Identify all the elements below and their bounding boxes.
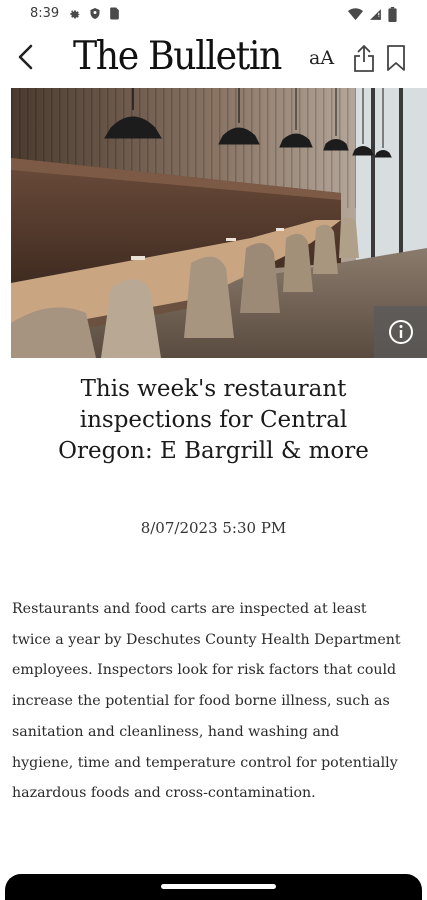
gear-icon [68,7,81,20]
article-body: Restaurants and food carts are inspected… [12,601,401,802]
share-button[interactable] [352,43,376,73]
share-icon [354,45,374,72]
back-arrow-icon [18,44,33,70]
article-date: 8/07/2023 5:30 PM [140,519,287,537]
shield-icon [89,7,101,20]
back-button[interactable] [10,40,40,74]
system-nav-bar [5,874,422,900]
bookmark-icon [387,45,405,71]
app-header: The Bulletin aA [0,30,427,86]
wifi-icon [348,8,363,21]
info-icon [388,320,413,344]
image-info-button[interactable] [374,306,427,358]
status-bar: 8:39 [0,0,427,30]
brand-logo: The Bulletin [73,34,282,79]
battery-icon [388,7,397,22]
status-icons-left [68,7,120,20]
hero-image [11,88,427,358]
article-headline: This week's restaurant inspections for C… [58,376,369,464]
status-time: 8:39 [30,6,60,21]
status-icons-right [348,7,397,22]
bookmark-button[interactable] [384,43,408,73]
home-indicator[interactable] [161,884,276,889]
sim-card-icon [109,7,120,20]
text-size-button[interactable]: aA [309,44,334,72]
signal-icon [369,8,382,21]
